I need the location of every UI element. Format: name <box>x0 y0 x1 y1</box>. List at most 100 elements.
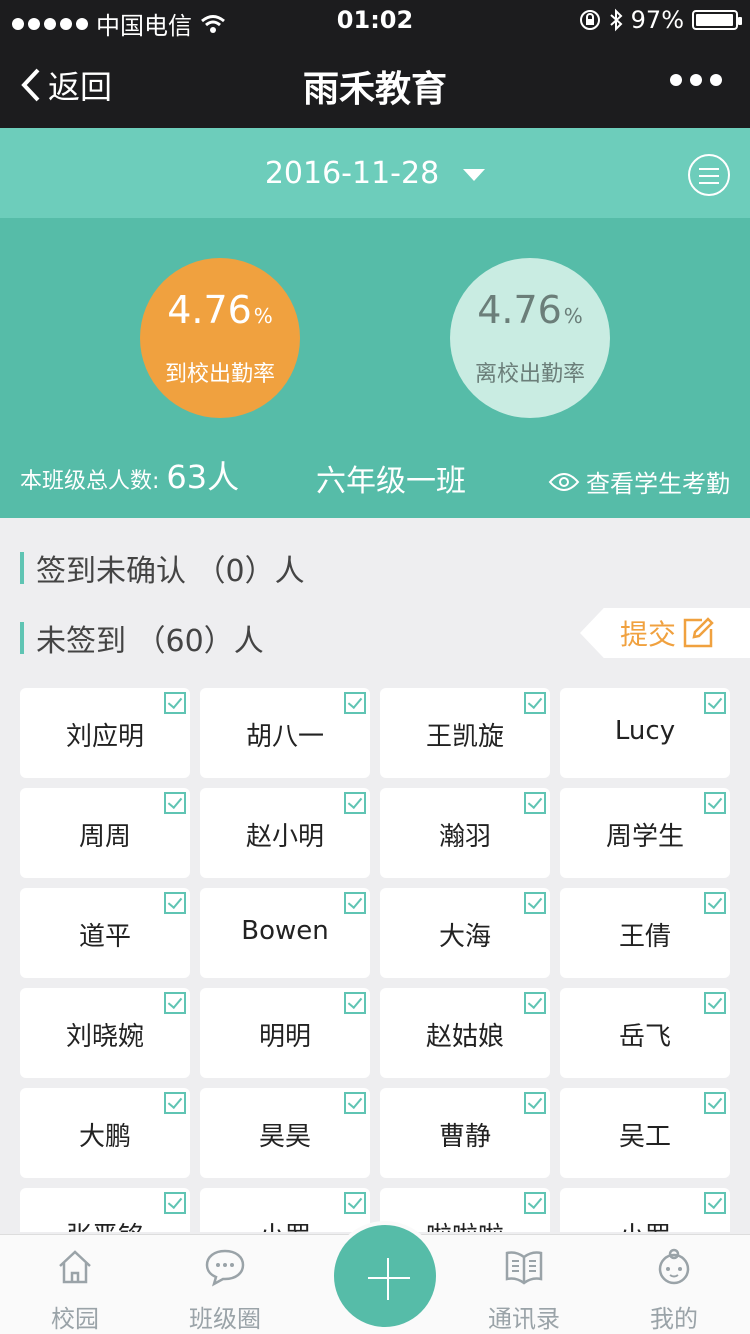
checkbox-checked-icon[interactable] <box>704 992 726 1014</box>
student-card[interactable]: 岳飞 <box>560 988 730 1078</box>
unconfirmed-section: 签到未确认 （0）人 <box>20 546 305 590</box>
status-bar: 中国电信 01:02 97% <box>0 0 750 40</box>
submit-button[interactable]: 提交 <box>580 608 750 658</box>
tab-label: 通讯录 <box>488 1305 560 1333</box>
not-signed-label: 未签到 （60）人 <box>36 624 264 659</box>
checkbox-checked-icon[interactable] <box>704 1092 726 1114</box>
view-attendance-label: 查看学生考勤 <box>586 470 730 498</box>
more-icon[interactable] <box>670 74 722 86</box>
tab-label: 校园 <box>51 1305 99 1333</box>
total-students: 本班级总人数: 63人 <box>20 452 239 498</box>
student-card[interactable]: 小罗 <box>200 1188 370 1232</box>
tab-label: 班级圈 <box>189 1305 261 1333</box>
leave-rate-label: 离校出勤率 <box>474 362 585 387</box>
student-card[interactable]: 曹静 <box>380 1088 550 1178</box>
eye-icon <box>548 472 580 491</box>
add-button[interactable] <box>330 1221 440 1331</box>
checkbox-checked-icon[interactable] <box>164 1092 186 1114</box>
student-card[interactable]: Lucy <box>560 688 730 778</box>
student-card[interactable]: 赵小明 <box>200 788 370 878</box>
checkbox-checked-icon[interactable] <box>524 992 546 1014</box>
student-card[interactable]: Bowen <box>200 888 370 978</box>
student-name: 王凯旋 <box>425 722 504 752</box>
checkbox-checked-icon[interactable] <box>164 1192 186 1214</box>
submit-label: 提交 <box>620 618 677 651</box>
student-name: 明明 <box>258 1022 311 1052</box>
student-name: 赵小明 <box>245 822 324 852</box>
date-bar: 2016-11-28 <box>0 128 750 218</box>
attendance-stats: 4.76% 到校出勤率 4.76% 离校出勤率 本班级总人数: 63人 六年级一… <box>0 218 750 518</box>
view-attendance-link[interactable]: 查看学生考勤 <box>548 464 730 499</box>
orientation-lock-icon <box>579 10 600 30</box>
student-name: 胡八一 <box>245 722 324 752</box>
book-icon <box>505 1251 543 1285</box>
checkbox-checked-icon[interactable] <box>704 792 726 814</box>
student-card[interactable]: 周周 <box>20 788 190 878</box>
class-name: 六年级一班 <box>316 464 466 499</box>
date-value: 2016-11-28 <box>264 156 440 191</box>
checkbox-checked-icon[interactable] <box>704 692 726 714</box>
checkbox-checked-icon[interactable] <box>524 792 546 814</box>
arrive-rate-label: 到校出勤率 <box>164 362 275 387</box>
checkbox-checked-icon[interactable] <box>524 1192 546 1214</box>
student-card[interactable]: 张晋铭 <box>20 1188 190 1232</box>
arrive-percent-sign: % <box>253 304 273 328</box>
student-card[interactable]: 刘晓婉 <box>20 988 190 1078</box>
student-card[interactable]: 小罗 <box>560 1188 730 1232</box>
student-card[interactable]: 明明 <box>200 988 370 1078</box>
student-card[interactable]: 王凯旋 <box>380 688 550 778</box>
checkbox-checked-icon[interactable] <box>344 792 366 814</box>
checkbox-checked-icon[interactable] <box>164 792 186 814</box>
date-picker[interactable]: 2016-11-28 <box>0 156 750 191</box>
student-card[interactable]: 胡八一 <box>200 688 370 778</box>
checkbox-checked-icon[interactable] <box>344 1092 366 1114</box>
profile-icon <box>658 1248 690 1285</box>
student-name: 啦啦啦 <box>426 1222 504 1232</box>
edit-icon <box>683 617 714 648</box>
tab-class-circle[interactable]: 班级圈 <box>165 1247 285 1334</box>
student-name: 昊昊 <box>258 1122 311 1152</box>
tab-label: 我的 <box>650 1305 698 1333</box>
student-card[interactable]: 吴工 <box>560 1088 730 1178</box>
student-card[interactable]: 大鹏 <box>20 1088 190 1178</box>
checkbox-checked-icon[interactable] <box>524 1092 546 1114</box>
menu-icon[interactable] <box>688 154 730 196</box>
student-card[interactable]: 王倩 <box>560 888 730 978</box>
page-title: 雨禾教育 <box>302 69 447 110</box>
checkbox-checked-icon[interactable] <box>344 692 366 714</box>
checkbox-checked-icon[interactable] <box>704 892 726 914</box>
battery-percent: 97% <box>630 6 684 34</box>
chat-bubble-icon <box>205 1249 245 1287</box>
checkbox-checked-icon[interactable] <box>344 1192 366 1214</box>
checkbox-checked-icon[interactable] <box>164 992 186 1014</box>
checkbox-checked-icon[interactable] <box>704 1192 726 1214</box>
checkbox-checked-icon[interactable] <box>524 892 546 914</box>
checkbox-checked-icon[interactable] <box>344 892 366 914</box>
student-name: 周周 <box>78 822 131 852</box>
student-card[interactable]: 大海 <box>380 888 550 978</box>
section-marker <box>20 622 24 654</box>
student-card[interactable]: 道平 <box>20 888 190 978</box>
student-card[interactable]: 昊昊 <box>200 1088 370 1178</box>
student-name: 瀚羽 <box>438 822 491 852</box>
checkbox-checked-icon[interactable] <box>344 992 366 1014</box>
tab-contacts[interactable]: 通讯录 <box>464 1247 584 1334</box>
checkbox-checked-icon[interactable] <box>164 692 186 714</box>
student-name: Bowen <box>241 916 329 946</box>
student-grid: 刘应明 胡八一 王凯旋 Lucy 周周 赵小明 瀚羽 周学生道平 Bowen 大海 王倩刘晓婉 明明 赵… <box>0 688 750 1232</box>
tab-profile[interactable]: 我的 <box>614 1247 734 1334</box>
leave-percent-sign: % <box>563 304 583 328</box>
checkbox-checked-icon[interactable] <box>524 692 546 714</box>
student-card[interactable]: 刘应明 <box>20 688 190 778</box>
arrive-rate-circle: 4.76% 到校出勤率 <box>140 258 300 418</box>
student-card[interactable]: 周学生 <box>560 788 730 878</box>
student-name: 小罗 <box>619 1222 671 1232</box>
student-card[interactable]: 赵姑娘 <box>380 988 550 1078</box>
student-name: 岳飞 <box>618 1022 671 1052</box>
total-label: 本班级总人数: <box>20 469 160 494</box>
unconfirmed-label: 签到未确认 （0）人 <box>36 554 305 589</box>
tab-campus[interactable]: 校园 <box>15 1247 135 1334</box>
student-card[interactable]: 瀚羽 <box>380 788 550 878</box>
nav-bar: 返回 雨禾教育 <box>0 40 750 128</box>
checkbox-checked-icon[interactable] <box>164 892 186 914</box>
